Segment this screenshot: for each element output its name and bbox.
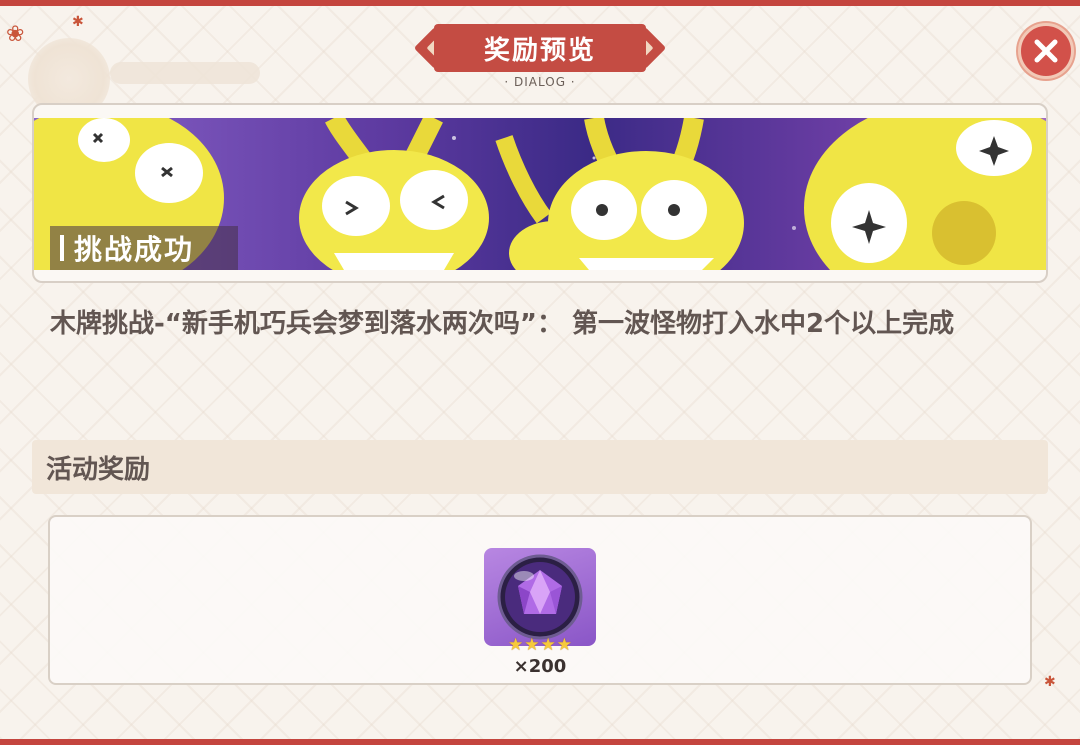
dialog-title: 奖励预览 bbox=[434, 24, 646, 72]
maple-leaf-icon: ❀ bbox=[6, 22, 25, 47]
blurred-name-bar bbox=[110, 62, 260, 84]
close-button[interactable] bbox=[1018, 23, 1074, 79]
tag-bar bbox=[60, 235, 64, 261]
reward-star-rating: ★ ★ ★ ★ bbox=[508, 636, 572, 654]
rewards-section-header: 活动奖励 bbox=[32, 440, 1048, 494]
dialog-subtitle: · DIALOG · bbox=[504, 75, 576, 89]
dialog-title-plate: 奖励预览 bbox=[413, 24, 667, 72]
reward-quantity: ×200 bbox=[513, 656, 567, 677]
star-icon: ★ bbox=[508, 635, 524, 655]
purple-gem-orb-icon bbox=[497, 554, 583, 640]
challenge-status-label: 挑战成功 bbox=[74, 233, 195, 266]
challenge-status-tag: 挑战成功 bbox=[50, 226, 238, 270]
reward-item-purple-gem[interactable] bbox=[484, 548, 596, 646]
star-icon: ★ bbox=[540, 635, 556, 655]
maple-leaf-icon: ✱ bbox=[72, 14, 84, 30]
star-icon: ★ bbox=[524, 635, 540, 655]
challenge-description: 木牌挑战-“新手机巧兵会梦到落水两次吗”： 第一波怪物打入水中2个以上完成 bbox=[50, 309, 955, 339]
star-icon: ★ bbox=[556, 635, 572, 655]
rewards-section-title: 活动奖励 bbox=[46, 454, 151, 485]
close-icon bbox=[1034, 39, 1058, 63]
maple-leaf-icon: ✱ bbox=[1044, 674, 1056, 690]
